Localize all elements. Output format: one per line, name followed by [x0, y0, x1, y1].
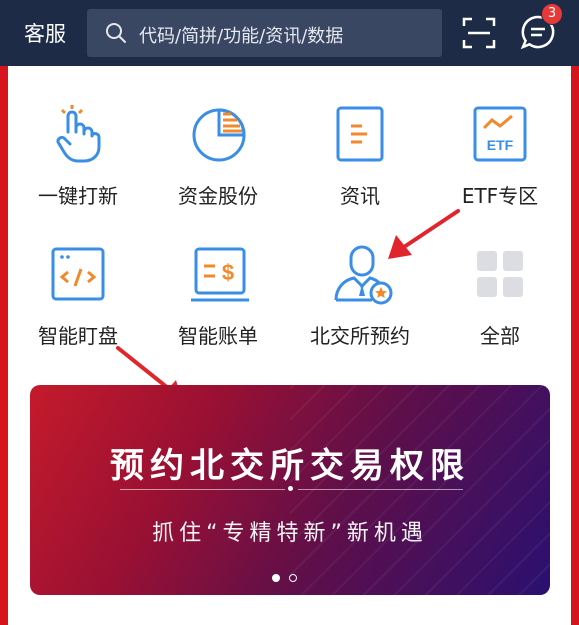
menu-item-funds[interactable]: 资金股份	[148, 104, 288, 224]
menu-label: 资金股份	[178, 184, 258, 208]
banner-divider	[120, 489, 285, 490]
search-input[interactable]: 代码/简拼/功能/资讯/数据	[87, 9, 442, 57]
menu-item-ipo[interactable]: 一键打新	[8, 104, 148, 224]
all-grid-icon	[477, 251, 523, 297]
banner-title: 预约北交所交易权限	[110, 446, 470, 486]
banner-subtitle: 抓住“专精特新”新机遇	[152, 521, 428, 546]
carousel-indicator[interactable]	[289, 574, 297, 582]
message-badge: 3	[541, 3, 563, 25]
menu-label: 北交所预约	[310, 324, 410, 348]
banner-divider	[298, 489, 463, 490]
pie-chart-icon	[192, 108, 246, 162]
code-screen-icon	[51, 247, 105, 301]
bill-icon: $	[191, 247, 249, 302]
search-icon	[106, 23, 126, 43]
svg-text:$: $	[222, 260, 234, 285]
banner-divider-dot	[288, 486, 293, 491]
etf-chart-icon: ETF	[473, 106, 527, 162]
user-badge-icon	[334, 245, 393, 305]
promo-banner[interactable]: 预约北交所交易权限 抓住“专精特新”新机遇	[30, 385, 550, 595]
menu-label: 全部	[480, 324, 520, 348]
menu-label: 一键打新	[38, 184, 118, 208]
document-icon	[336, 106, 384, 162]
annotation-arrow	[388, 209, 460, 259]
search-placeholder: 代码/简拼/功能/资讯/数据	[139, 26, 344, 47]
banner-decoration	[290, 385, 550, 595]
top-bar: 客服 代码/简拼/功能/资讯/数据 3	[0, 0, 579, 66]
svg-text:ETF: ETF	[487, 137, 514, 153]
scan-icon[interactable]	[462, 16, 496, 50]
customer-service-link[interactable]: 客服	[24, 18, 66, 48]
tap-hand-icon	[56, 105, 101, 163]
carousel-indicator-active[interactable]	[272, 574, 280, 582]
